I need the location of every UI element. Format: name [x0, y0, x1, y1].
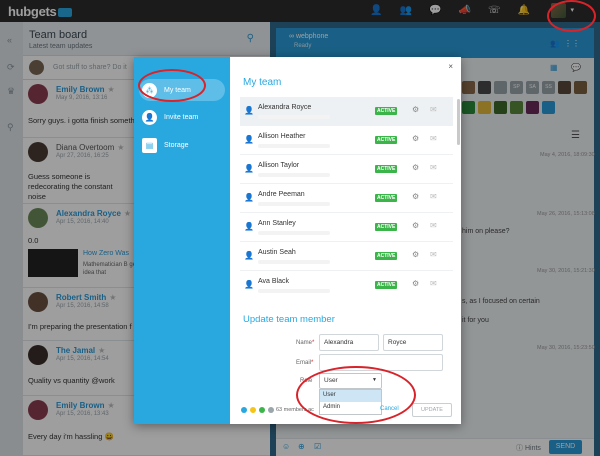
mail-icon[interactable]: ✉: [430, 250, 437, 259]
first-name-field[interactable]: Alexandra: [319, 334, 379, 351]
nav-invite-team[interactable]: 👤 Invite team: [142, 110, 198, 125]
person-icon: 👤: [244, 135, 254, 144]
status-badge: ACTIVE: [375, 223, 398, 231]
member-row[interactable]: 👤 Austin Seah ACTIVE ⚙ ✉: [240, 242, 453, 271]
mail-icon[interactable]: ✉: [430, 279, 437, 288]
nav-storage[interactable]: ▤ Storage: [142, 138, 189, 153]
email-label: Email*: [296, 360, 314, 366]
color-dot[interactable]: [259, 407, 265, 413]
member-row[interactable]: 👤 Allison Taylor ACTIVE ⚙ ✉: [240, 155, 453, 184]
gear-icon[interactable]: ⚙: [412, 134, 419, 143]
scrollbar[interactable]: [457, 99, 460, 145]
member-name: Austin Seah: [258, 249, 296, 256]
member-email-hidden: [258, 115, 330, 119]
name-label: Name*: [296, 340, 315, 346]
member-name: Ann Stanley: [258, 220, 296, 227]
member-name: Andre Peeman: [258, 191, 305, 198]
status-badge: ACTIVE: [375, 165, 398, 173]
status-badge: ACTIVE: [375, 194, 398, 202]
section-title: My team: [243, 77, 282, 88]
member-email-hidden: [258, 260, 330, 264]
mail-icon[interactable]: ✉: [430, 221, 437, 230]
member-email-hidden: [258, 173, 330, 177]
status-badge: ACTIVE: [375, 281, 398, 289]
member-row[interactable]: 👤 Alexandra Royce ACTIVE ⚙ ✉: [240, 97, 453, 126]
mail-icon[interactable]: ✉: [430, 192, 437, 201]
storage-icon: ▤: [142, 138, 157, 153]
status-badge: ACTIVE: [375, 252, 398, 260]
member-list: 👤 Alexandra Royce ACTIVE ⚙ ✉ 👤 Allison Heath…: [240, 97, 453, 297]
add-user-icon: 👤: [142, 110, 157, 125]
last-name-field[interactable]: Royce: [383, 334, 443, 351]
member-name: Allison Heather: [258, 133, 306, 140]
mail-icon[interactable]: ✉: [430, 163, 437, 172]
gear-icon[interactable]: ⚙: [412, 105, 419, 114]
mail-icon[interactable]: ✉: [430, 105, 437, 114]
color-dot[interactable]: [268, 407, 274, 413]
member-email-hidden: [258, 202, 330, 206]
color-dot[interactable]: [250, 407, 256, 413]
status-badge: ACTIVE: [375, 136, 398, 144]
mail-icon[interactable]: ✉: [430, 134, 437, 143]
team-modal: ⁂ My team 👤 Invite team ▤ Storage × My team…: [134, 57, 461, 424]
admin-person-icon: 👤: [244, 251, 254, 260]
status-badge: ACTIVE: [375, 107, 398, 115]
member-name: Ava Black: [258, 278, 289, 285]
member-row[interactable]: 👤 Allison Heather ACTIVE ⚙ ✉: [240, 126, 453, 155]
person-icon: 👤: [244, 106, 254, 115]
update-section-title: Update team member: [243, 314, 335, 325]
annotation-ring: [296, 366, 416, 424]
member-name: Alexandra Royce: [258, 104, 312, 111]
member-email-hidden: [258, 231, 330, 235]
member-row[interactable]: 👤 Ann Stanley ACTIVE ⚙ ✉: [240, 213, 453, 242]
nav-label: Invite team: [164, 114, 199, 121]
close-icon[interactable]: ×: [448, 62, 453, 71]
gear-icon[interactable]: ⚙: [412, 250, 419, 259]
color-dots: [241, 407, 274, 413]
person-icon: 👤: [244, 222, 254, 231]
member-row[interactable]: 👤 Andre Peeman ACTIVE ⚙ ✉: [240, 184, 453, 213]
update-button[interactable]: UPDATE: [412, 403, 452, 417]
annotation-ring: [547, 0, 596, 32]
gear-icon[interactable]: ⚙: [412, 279, 419, 288]
person-icon: 👤: [244, 164, 254, 173]
member-email-hidden: [258, 289, 330, 293]
gear-icon[interactable]: ⚙: [412, 163, 419, 172]
gear-icon[interactable]: ⚙: [412, 192, 419, 201]
color-dot[interactable]: [241, 407, 247, 413]
member-row[interactable]: 👤 Ava Black ACTIVE ⚙ ✉: [240, 271, 453, 297]
modal-nav: ⁂ My team 👤 Invite team ▤ Storage: [134, 57, 230, 424]
gear-icon[interactable]: ⚙: [412, 221, 419, 230]
nav-label: Storage: [164, 142, 189, 149]
person-icon: 👤: [244, 193, 254, 202]
annotation-ring: [138, 69, 206, 102]
person-icon: 👤: [244, 280, 254, 289]
member-name: Allison Taylor: [258, 162, 300, 169]
member-email-hidden: [258, 144, 330, 148]
